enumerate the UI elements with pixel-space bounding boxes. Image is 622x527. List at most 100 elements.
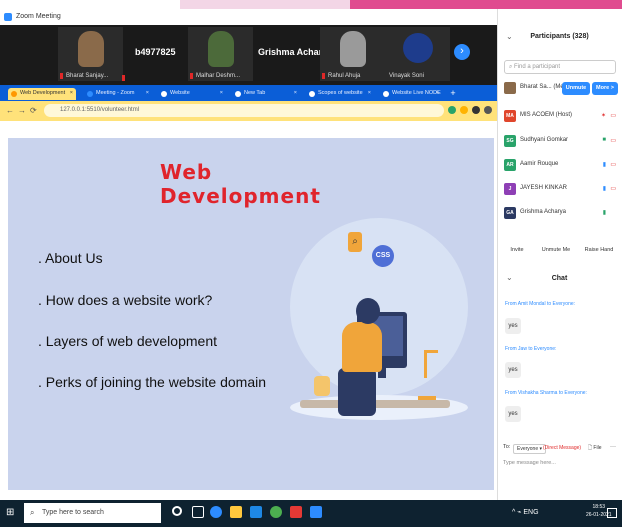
video-off-icon: ▭ [610,138,616,144]
avatar: AR [504,159,516,171]
tab-website-live[interactable]: Website Live NODE × [380,88,442,100]
extension-icon[interactable] [460,106,468,114]
participant-row[interactable]: SG Sudhyani Gomkar ■ ▭ [502,133,620,151]
tab-favicon [309,91,315,97]
pdf-icon[interactable] [290,506,302,518]
video-tile[interactable]: Bharat Sanjay... [58,27,123,81]
system-tray[interactable]: ^ ⌁ ENG [512,508,539,516]
unmute-me-button[interactable]: Unmute Me [540,244,572,257]
mug-illustration [314,376,330,396]
lamp-illustration [424,350,438,378]
tab-web-development[interactable]: Web Development × [8,88,76,100]
tile-name: Malhar Deshm... [196,73,241,79]
edge-icon[interactable] [210,506,222,518]
chat-recipient-row: To: Everyone ▾ (Direct Message) 🗋 File ·… [503,444,621,456]
file-explorer-icon[interactable] [230,506,242,518]
url-text: 127.0.0.1:5510/volunteer.html [60,107,140,113]
chair-illustration [338,368,376,416]
zoom-taskbar-icon[interactable] [310,506,322,518]
zoom-logo-icon [4,13,12,21]
slide-bullet: . About Us [38,250,103,266]
taskbar-search-placeholder: Type here to search [42,509,104,516]
search-icon: ⌕ [30,508,35,517]
video-tile[interactable]: Malhar Deshm... [188,27,253,81]
chrome-icon[interactable] [270,506,282,518]
avatar: SG [504,135,516,147]
participant-name: JAYESH KINKAR [520,185,567,191]
taskbar-search-input[interactable]: ⌕ Type here to search [24,503,161,523]
tab-meeting[interactable]: Meeting - Zoom × [84,88,152,100]
windows-start-icon[interactable]: ⊞ [6,507,18,519]
new-tab-button[interactable]: + [446,88,460,100]
participant-name: Grishma Acharya [520,209,567,215]
video-tile[interactable]: Rahul Ahuja [320,27,385,81]
participant-name: MIS ACOEM (Host) [520,112,573,118]
chevron-right-icon: › [460,45,464,57]
video-off-icon: ▭ [610,186,616,192]
tab-label: Web Development [20,90,66,96]
menu-icon[interactable] [484,106,492,114]
to-label: To: [503,444,511,450]
reload-icon[interactable]: ⟳ [30,106,37,115]
notification-icon[interactable] [607,508,617,518]
chat-sender: From Vishakha Sharma to Everyone: [505,390,587,396]
participant-name: Sudhyani Gomkar [520,137,569,143]
invite-button[interactable]: Invite [505,244,529,257]
address-bar[interactable]: 127.0.0.1:5510/volunteer.html [44,104,444,117]
tab-favicon [235,91,241,97]
participant-row[interactable]: J JAYESH KINKAR ▮ ▭ [502,181,620,199]
nasa-logo [403,33,433,63]
participant-row[interactable]: AR Aamir Rouque ▮ ▭ [502,157,620,175]
participant-search-input[interactable]: ⌕ Find a participant [504,60,616,74]
muted-mic-icon: ✶ [600,113,606,119]
person-head-illustration [356,298,380,324]
mic-icon: ▮ [602,162,606,168]
tile-name: Bharat Sanjay... [66,73,109,79]
tab-close-icon[interactable]: × [220,90,223,96]
task-view-icon[interactable] [192,506,204,518]
extension-icon[interactable] [448,106,456,114]
store-icon[interactable] [250,506,262,518]
chat-more-button[interactable]: ··· [610,444,616,450]
tile-name-large: b4977825 [135,47,176,57]
cortana-icon[interactable] [172,506,182,516]
video-tile[interactable]: Vinayak Soni [385,27,450,81]
more-button[interactable]: More > [592,82,618,95]
file-button[interactable]: 🗋 File [588,445,601,453]
participant-video [78,31,104,67]
chat-sender: From Jaw to Everyone: [505,346,557,352]
top-decor-strip-accent [350,0,622,9]
chat-message-input[interactable]: Type message here... [503,460,619,472]
participant-name: Aamir Rouque [520,161,559,167]
unmute-button[interactable]: Unmute [562,82,590,95]
tab-close-icon[interactable]: × [146,90,149,96]
tab-new-tab[interactable]: New Tab × [232,88,300,100]
magnifier-icon: ⌕ [348,232,362,252]
tab-close-icon[interactable]: × [368,90,371,96]
raise-hand-button[interactable]: Raise Hand [582,244,616,257]
tab-close-icon[interactable]: × [70,90,73,96]
tab-favicon [11,91,17,97]
forward-icon[interactable]: → [18,106,26,115]
participant-row[interactable]: GA Grishma Acharya ▮ [502,205,620,223]
tab-close-icon[interactable]: × [294,90,297,96]
muted-mic-icon [190,73,193,79]
tab-favicon [383,91,389,97]
next-videos-button[interactable]: › [454,44,470,60]
video-off-icon: ▭ [610,162,616,168]
profile-icon[interactable] [472,106,480,114]
css-badge: CSS [372,245,394,267]
participants-title: Participants (328) [530,33,589,40]
tab-website[interactable]: Website × [158,88,226,100]
tab-favicon [87,91,93,97]
back-icon[interactable]: ← [6,106,14,115]
tab-label: Meeting - Zoom [96,90,135,96]
tab-label: Website [170,90,190,96]
chat-message: yes [505,318,521,334]
avatar: J [504,183,516,195]
tab-close-icon[interactable]: × [436,90,439,96]
participant-row[interactable]: MA MIS ACOEM (Host) ✶ ▭ [502,108,620,126]
screen-share-icon: ■ [602,137,606,143]
recipient-select[interactable]: Everyone ▾ [513,444,547,454]
tab-scopes[interactable]: Scopes of website × [306,88,374,100]
